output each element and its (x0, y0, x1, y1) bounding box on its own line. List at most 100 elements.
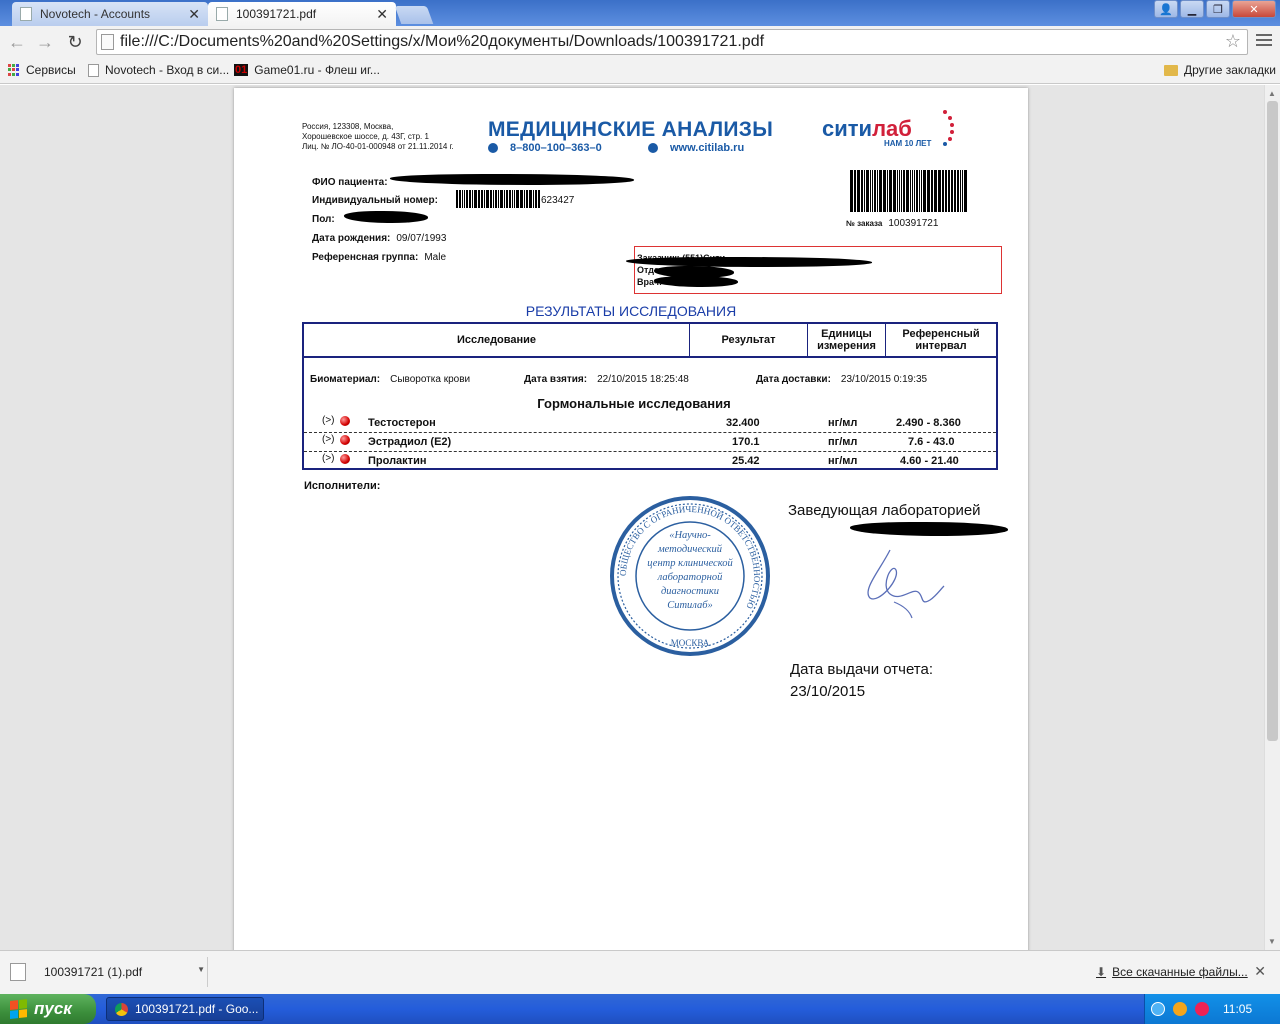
forward-icon[interactable]: → (34, 32, 56, 54)
taskbar-window-button[interactable]: 100391721.pdf - Goo... (106, 997, 264, 1021)
all-downloads-link[interactable]: ⬇ Все скачанные файлы... (1096, 965, 1248, 979)
redaction (850, 522, 1008, 536)
brand-phone: 8–800–100–363–0 (488, 142, 602, 154)
scroll-down-icon[interactable]: ▼ (1268, 937, 1276, 946)
barcode-bar (957, 170, 959, 212)
barcode-bar (901, 170, 902, 212)
download-item[interactable]: 100391721 (1).pdf ▼ (4, 957, 208, 987)
barcode-bar (520, 190, 523, 208)
download-filename: 100391721 (1).pdf (44, 965, 143, 979)
test-result: 170.1 (732, 436, 760, 448)
tray-arrow-icon[interactable] (1151, 1002, 1165, 1016)
close-tab-icon[interactable]: ✕ (376, 6, 388, 23)
bookmark-apps[interactable]: Сервисы (8, 63, 76, 77)
user-icon[interactable]: 👤 (1154, 0, 1178, 18)
scroll-thumb[interactable] (1267, 101, 1278, 741)
barcode-bar (962, 170, 963, 212)
barcode-bar (484, 190, 485, 208)
biomaterial: Биоматериал: Сыворотка крови (310, 374, 471, 385)
tray-network-icon[interactable] (1195, 1002, 1209, 1016)
barcode-bar (887, 170, 888, 212)
menu-icon[interactable] (1256, 34, 1272, 49)
barcode-bar (872, 170, 873, 212)
col-test: Исследование (304, 324, 690, 356)
address-bar[interactable]: file:///C:/Documents%20and%20Settings/x/… (96, 29, 1248, 55)
barcode-bar (516, 190, 519, 208)
barcode-bar (883, 170, 886, 212)
patient-barcode (456, 190, 541, 208)
bookmark-novotech[interactable]: Novotech - Вход в си... (88, 63, 229, 77)
page-icon (88, 63, 99, 77)
patient-dob: Дата рождения: 09/07/1993 (312, 233, 447, 244)
bookmark-game01[interactable]: 01 Game01.ru - Флеш иг... (234, 63, 380, 77)
back-icon[interactable]: ← (6, 32, 28, 54)
issue-date: 23/10/2015 (790, 683, 866, 700)
flag-text: (>) (322, 453, 335, 464)
barcode-bar (533, 190, 534, 208)
start-button[interactable]: пуск (0, 994, 96, 1024)
stamp-line: Ситилаб» (667, 600, 713, 611)
barcode-bar (490, 190, 492, 208)
col-result: Результат (690, 324, 808, 356)
barcode-bar (906, 170, 909, 212)
alert-dot-icon (340, 454, 350, 464)
order-barcode (850, 170, 968, 212)
pdf-viewer[interactable]: Россия, 123308, Москва, Хорошевское шосс… (0, 85, 1264, 950)
barcode-bar (927, 170, 930, 212)
close-tab-icon[interactable]: ✕ (188, 6, 200, 23)
results-table: Исследование Результат Единицы измерения… (302, 322, 998, 470)
pdf-page: Россия, 123308, Москва, Хорошевское шосс… (234, 88, 1028, 950)
test-units: нг/мл (828, 455, 858, 467)
barcode-bar (506, 190, 508, 208)
page-icon (20, 7, 32, 21)
tab-strip: Novotech - Accounts ✕ 100391721.pdf ✕ 👤 … (0, 0, 1280, 26)
date-taken: Дата взятия: 22/10/2015 18:25:48 (524, 374, 689, 385)
barcode-bar (464, 190, 465, 208)
bookmark-label: Другие закладки (1184, 63, 1276, 77)
window-close-icon[interactable]: ✕ (1232, 0, 1276, 18)
barcode-bar (931, 170, 933, 212)
test-name: Эстрадиол (E2) (368, 436, 452, 448)
test-ref: 7.6 - 43.0 (908, 436, 955, 448)
bookmark-label: Сервисы (26, 63, 76, 77)
barcode-bar (535, 190, 537, 208)
table-row: (>) Пролактин 25.42 нг/мл 4.60 - 21.40 (304, 452, 996, 471)
star-icon[interactable]: ☆ (1225, 31, 1241, 52)
barcode-bar (456, 190, 458, 208)
url-text[interactable]: file:///C:/Documents%20and%20Settings/x/… (120, 33, 764, 51)
tab-title: Novotech - Accounts (40, 7, 151, 21)
bookmark-label: Game01.ru - Флеш иг... (254, 63, 380, 77)
table-header: Исследование Результат Единицы измерения… (304, 324, 996, 358)
brand-title: МЕДИЦИНСКИЕ АНАЛИЗЫ (488, 118, 774, 141)
new-tab-button[interactable] (394, 6, 434, 24)
barcode-bar (934, 170, 937, 212)
barcode-bar (866, 170, 869, 212)
stamp-line: «Научно- (669, 530, 711, 541)
head-of-lab-label: Заведующая лабораторией (788, 502, 981, 519)
col-units: Единицы измерения (808, 324, 886, 356)
restore-icon[interactable]: ❐ (1206, 0, 1230, 18)
reload-icon[interactable]: ↻ (64, 32, 86, 54)
barcode-bar (857, 170, 860, 212)
patient-sex: Пол: (312, 214, 335, 225)
taskbar: пуск 100391721.pdf - Goo... RU 11:05 (0, 994, 1280, 1024)
redaction (344, 211, 428, 223)
barcode-bar (964, 170, 967, 212)
tab-pdf[interactable]: 100391721.pdf ✕ (208, 2, 396, 26)
barcode-bar (498, 190, 499, 208)
chrome-icon (115, 1003, 128, 1016)
test-result: 32.400 (726, 417, 760, 429)
scrollbar[interactable]: ▲ ▼ (1264, 85, 1280, 950)
chevron-down-icon[interactable]: ▼ (197, 965, 205, 974)
stamp-line: центр клинической (647, 558, 733, 569)
barcode-bar (514, 190, 515, 208)
tab-novotech[interactable]: Novotech - Accounts ✕ (12, 2, 208, 26)
barcode-bar (938, 170, 941, 212)
barcode-bar (529, 190, 532, 208)
scroll-up-icon[interactable]: ▲ (1268, 89, 1276, 98)
bookmark-other[interactable]: Другие закладки (1164, 63, 1276, 77)
barcode-bar (478, 190, 480, 208)
close-shelf-icon[interactable]: ✕ (1254, 963, 1266, 980)
tray-app-icon[interactable] (1173, 1002, 1187, 1016)
minimize-icon[interactable]: ▁ (1180, 0, 1204, 18)
